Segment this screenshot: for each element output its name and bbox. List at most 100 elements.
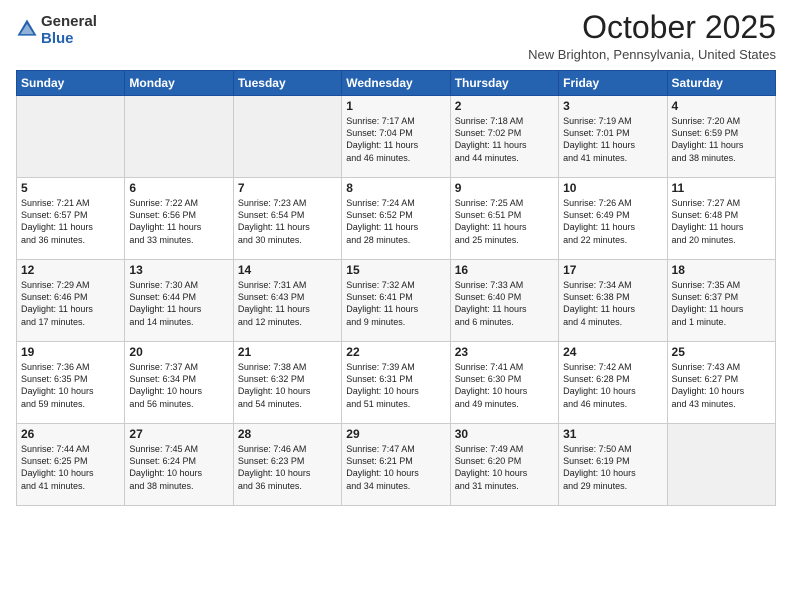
calendar-cell: 13 Sunrise: 7:30 AMSunset: 6:44 PMDayligh… <box>125 260 233 342</box>
calendar-cell <box>17 96 125 178</box>
calendar-week-2: 5Sunrise: 7:21 AMSunset: 6:57 PMDaylight… <box>17 178 776 260</box>
calendar-cell: 17 Sunrise: 7:34 AMSunset: 6:38 PMDayligh… <box>559 260 667 342</box>
calendar-cell: 30 Sunrise: 7:49 AMSunset: 6:20 PMDayligh… <box>450 424 558 506</box>
day-info: Sunrise: 7:29 AMSunset: 6:46 PMDaylight:… <box>21 279 120 328</box>
calendar-cell: 4 Sunrise: 7:20 AMSunset: 6:59 PMDaylight… <box>667 96 775 178</box>
calendar-cell <box>667 424 775 506</box>
day-info: Sunrise: 7:17 AMSunset: 7:04 PMDaylight:… <box>346 115 445 164</box>
col-monday: Monday <box>125 71 233 96</box>
day-number: 12 <box>21 263 120 277</box>
day-number: 18 <box>672 263 771 277</box>
calendar-header: Sunday Monday Tuesday Wednesday Thursday… <box>17 71 776 96</box>
day-info: Sunrise: 7:25 AMSunset: 6:51 PMDaylight:… <box>455 197 554 246</box>
calendar-page: General Blue October 2025 New Brighton, … <box>0 0 792 612</box>
day-info: Sunrise: 7:36 AMSunset: 6:35 PMDaylight:… <box>21 361 120 410</box>
day-info: Sunrise: 7:23 AMSunset: 6:54 PMDaylight:… <box>238 197 337 246</box>
col-saturday: Saturday <box>667 71 775 96</box>
calendar-cell: 25Sunrise: 7:43 AMSunset: 6:27 PMDayligh… <box>667 342 775 424</box>
day-number: 6 <box>129 181 228 195</box>
day-info: Sunrise: 7:27 AMSunset: 6:48 PMDaylight:… <box>672 197 771 246</box>
calendar-week-1: 1 Sunrise: 7:17 AMSunset: 7:04 PMDaylight… <box>17 96 776 178</box>
calendar-cell: 22 Sunrise: 7:39 AMSunset: 6:31 PMDayligh… <box>342 342 450 424</box>
calendar-cell: 16 Sunrise: 7:33 AMSunset: 6:40 PMDayligh… <box>450 260 558 342</box>
calendar-cell: 8Sunrise: 7:24 AMSunset: 6:52 PMDaylight… <box>342 178 450 260</box>
calendar-cell <box>233 96 341 178</box>
day-info: Sunrise: 7:50 AMSunset: 6:19 PMDaylight:… <box>563 443 662 492</box>
day-info: Sunrise: 7:32 AMSunset: 6:41 PMDaylight:… <box>346 279 445 328</box>
day-info: Sunrise: 7:21 AMSunset: 6:57 PMDaylight:… <box>21 197 120 246</box>
calendar-cell: 6 Sunrise: 7:22 AMSunset: 6:56 PMDaylight… <box>125 178 233 260</box>
calendar-table: Sunday Monday Tuesday Wednesday Thursday… <box>16 70 776 506</box>
day-info: Sunrise: 7:45 AMSunset: 6:24 PMDaylight:… <box>129 443 228 492</box>
day-number: 11 <box>672 181 771 195</box>
calendar-cell: 27Sunrise: 7:45 AMSunset: 6:24 PMDayligh… <box>125 424 233 506</box>
calendar-cell: 28 Sunrise: 7:46 AMSunset: 6:23 PMDayligh… <box>233 424 341 506</box>
day-number: 29 <box>346 427 445 441</box>
day-info: Sunrise: 7:24 AMSunset: 6:52 PMDaylight:… <box>346 197 445 246</box>
calendar-week-4: 19 Sunrise: 7:36 AMSunset: 6:35 PMDayligh… <box>17 342 776 424</box>
location-text: New Brighton, Pennsylvania, United State… <box>528 47 776 62</box>
calendar-body: 1 Sunrise: 7:17 AMSunset: 7:04 PMDaylight… <box>17 96 776 506</box>
day-number: 28 <box>238 427 337 441</box>
day-info: Sunrise: 7:44 AMSunset: 6:25 PMDaylight:… <box>21 443 120 492</box>
title-block: October 2025 New Brighton, Pennsylvania,… <box>528 10 776 62</box>
day-number: 19 <box>21 345 120 359</box>
day-number: 1 <box>346 99 445 113</box>
day-number: 7 <box>238 181 337 195</box>
logo-blue: Blue <box>41 31 97 48</box>
col-thursday: Thursday <box>450 71 558 96</box>
day-number: 21 <box>238 345 337 359</box>
day-info: Sunrise: 7:26 AMSunset: 6:49 PMDaylight:… <box>563 197 662 246</box>
day-number: 16 <box>455 263 554 277</box>
calendar-cell: 31Sunrise: 7:50 AMSunset: 6:19 PMDayligh… <box>559 424 667 506</box>
calendar-cell: 1 Sunrise: 7:17 AMSunset: 7:04 PMDaylight… <box>342 96 450 178</box>
calendar-cell: 2 Sunrise: 7:18 AMSunset: 7:02 PMDaylight… <box>450 96 558 178</box>
day-info: Sunrise: 7:49 AMSunset: 6:20 PMDaylight:… <box>455 443 554 492</box>
day-number: 30 <box>455 427 554 441</box>
day-number: 20 <box>129 345 228 359</box>
day-info: Sunrise: 7:34 AMSunset: 6:38 PMDaylight:… <box>563 279 662 328</box>
day-info: Sunrise: 7:18 AMSunset: 7:02 PMDaylight:… <box>455 115 554 164</box>
day-info: Sunrise: 7:35 AMSunset: 6:37 PMDaylight:… <box>672 279 771 328</box>
day-number: 10 <box>563 181 662 195</box>
day-number: 4 <box>672 99 771 113</box>
day-number: 15 <box>346 263 445 277</box>
day-number: 9 <box>455 181 554 195</box>
calendar-week-3: 12 Sunrise: 7:29 AMSunset: 6:46 PMDayligh… <box>17 260 776 342</box>
calendar-cell: 29 Sunrise: 7:47 AMSunset: 6:21 PMDayligh… <box>342 424 450 506</box>
logo: General Blue <box>16 14 97 47</box>
day-info: Sunrise: 7:33 AMSunset: 6:40 PMDaylight:… <box>455 279 554 328</box>
day-info: Sunrise: 7:42 AMSunset: 6:28 PMDaylight:… <box>563 361 662 410</box>
day-info: Sunrise: 7:22 AMSunset: 6:56 PMDaylight:… <box>129 197 228 246</box>
day-info: Sunrise: 7:39 AMSunset: 6:31 PMDaylight:… <box>346 361 445 410</box>
day-info: Sunrise: 7:31 AMSunset: 6:43 PMDaylight:… <box>238 279 337 328</box>
month-title: October 2025 <box>528 10 776 45</box>
calendar-cell <box>125 96 233 178</box>
day-number: 26 <box>21 427 120 441</box>
day-info: Sunrise: 7:43 AMSunset: 6:27 PMDaylight:… <box>672 361 771 410</box>
day-info: Sunrise: 7:30 AMSunset: 6:44 PMDaylight:… <box>129 279 228 328</box>
day-number: 13 <box>129 263 228 277</box>
day-number: 24 <box>563 345 662 359</box>
calendar-cell: 18 Sunrise: 7:35 AMSunset: 6:37 PMDayligh… <box>667 260 775 342</box>
day-number: 14 <box>238 263 337 277</box>
calendar-cell: 23Sunrise: 7:41 AMSunset: 6:30 PMDayligh… <box>450 342 558 424</box>
col-tuesday: Tuesday <box>233 71 341 96</box>
logo-general: General <box>41 14 97 31</box>
logo-text: General Blue <box>41 14 97 47</box>
col-sunday: Sunday <box>17 71 125 96</box>
day-number: 2 <box>455 99 554 113</box>
day-info: Sunrise: 7:47 AMSunset: 6:21 PMDaylight:… <box>346 443 445 492</box>
calendar-cell: 15 Sunrise: 7:32 AMSunset: 6:41 PMDayligh… <box>342 260 450 342</box>
calendar-cell: 11 Sunrise: 7:27 AMSunset: 6:48 PMDayligh… <box>667 178 775 260</box>
calendar-cell: 21 Sunrise: 7:38 AMSunset: 6:32 PMDayligh… <box>233 342 341 424</box>
day-number: 22 <box>346 345 445 359</box>
day-info: Sunrise: 7:20 AMSunset: 6:59 PMDaylight:… <box>672 115 771 164</box>
calendar-cell: 14 Sunrise: 7:31 AMSunset: 6:43 PMDayligh… <box>233 260 341 342</box>
day-number: 17 <box>563 263 662 277</box>
day-info: Sunrise: 7:46 AMSunset: 6:23 PMDaylight:… <box>238 443 337 492</box>
page-header: General Blue October 2025 New Brighton, … <box>16 10 776 62</box>
header-row: Sunday Monday Tuesday Wednesday Thursday… <box>17 71 776 96</box>
day-info: Sunrise: 7:38 AMSunset: 6:32 PMDaylight:… <box>238 361 337 410</box>
day-number: 3 <box>563 99 662 113</box>
